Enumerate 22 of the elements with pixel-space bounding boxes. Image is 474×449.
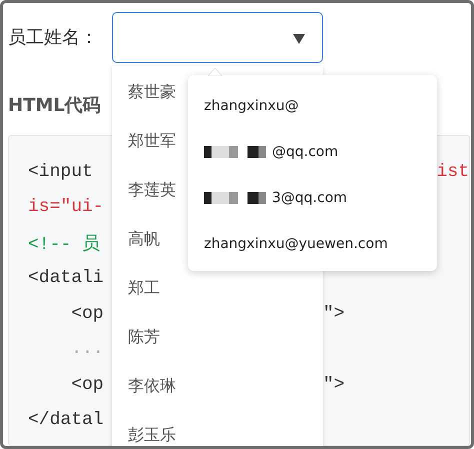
- dropdown-option[interactable]: 彭玉乐: [112, 411, 323, 446]
- email-option[interactable]: 3@qq.com: [272, 190, 348, 206]
- code-text: ...: [70, 339, 104, 360]
- code-text: <op: [70, 374, 104, 395]
- email-option[interactable]: @qq.com: [272, 144, 338, 160]
- code-text: <input: [28, 162, 93, 182]
- dropdown-option[interactable]: 陈芳: [112, 313, 323, 362]
- section-title: HTML代码: [8, 94, 101, 117]
- email-option[interactable]: zhangxinxu@: [204, 98, 299, 114]
- name-select-field[interactable]: [112, 12, 323, 62]
- code-text: ">: [323, 304, 345, 324]
- code-text: ist: [436, 162, 469, 182]
- field-label: 员工姓名：: [8, 26, 99, 49]
- code-text: <op: [70, 304, 104, 324]
- email-option[interactable]: zhangxinxu@yuewen.com: [204, 236, 388, 252]
- code-text: <!-- 员: [28, 234, 100, 255]
- code-text: is="ui-: [28, 197, 104, 218]
- code-text: </datal: [28, 410, 104, 430]
- code-text: ">: [323, 374, 345, 395]
- code-text: <datali: [28, 268, 104, 288]
- caret-icon: [293, 34, 305, 44]
- dropdown-option[interactable]: 李依琳: [112, 362, 323, 411]
